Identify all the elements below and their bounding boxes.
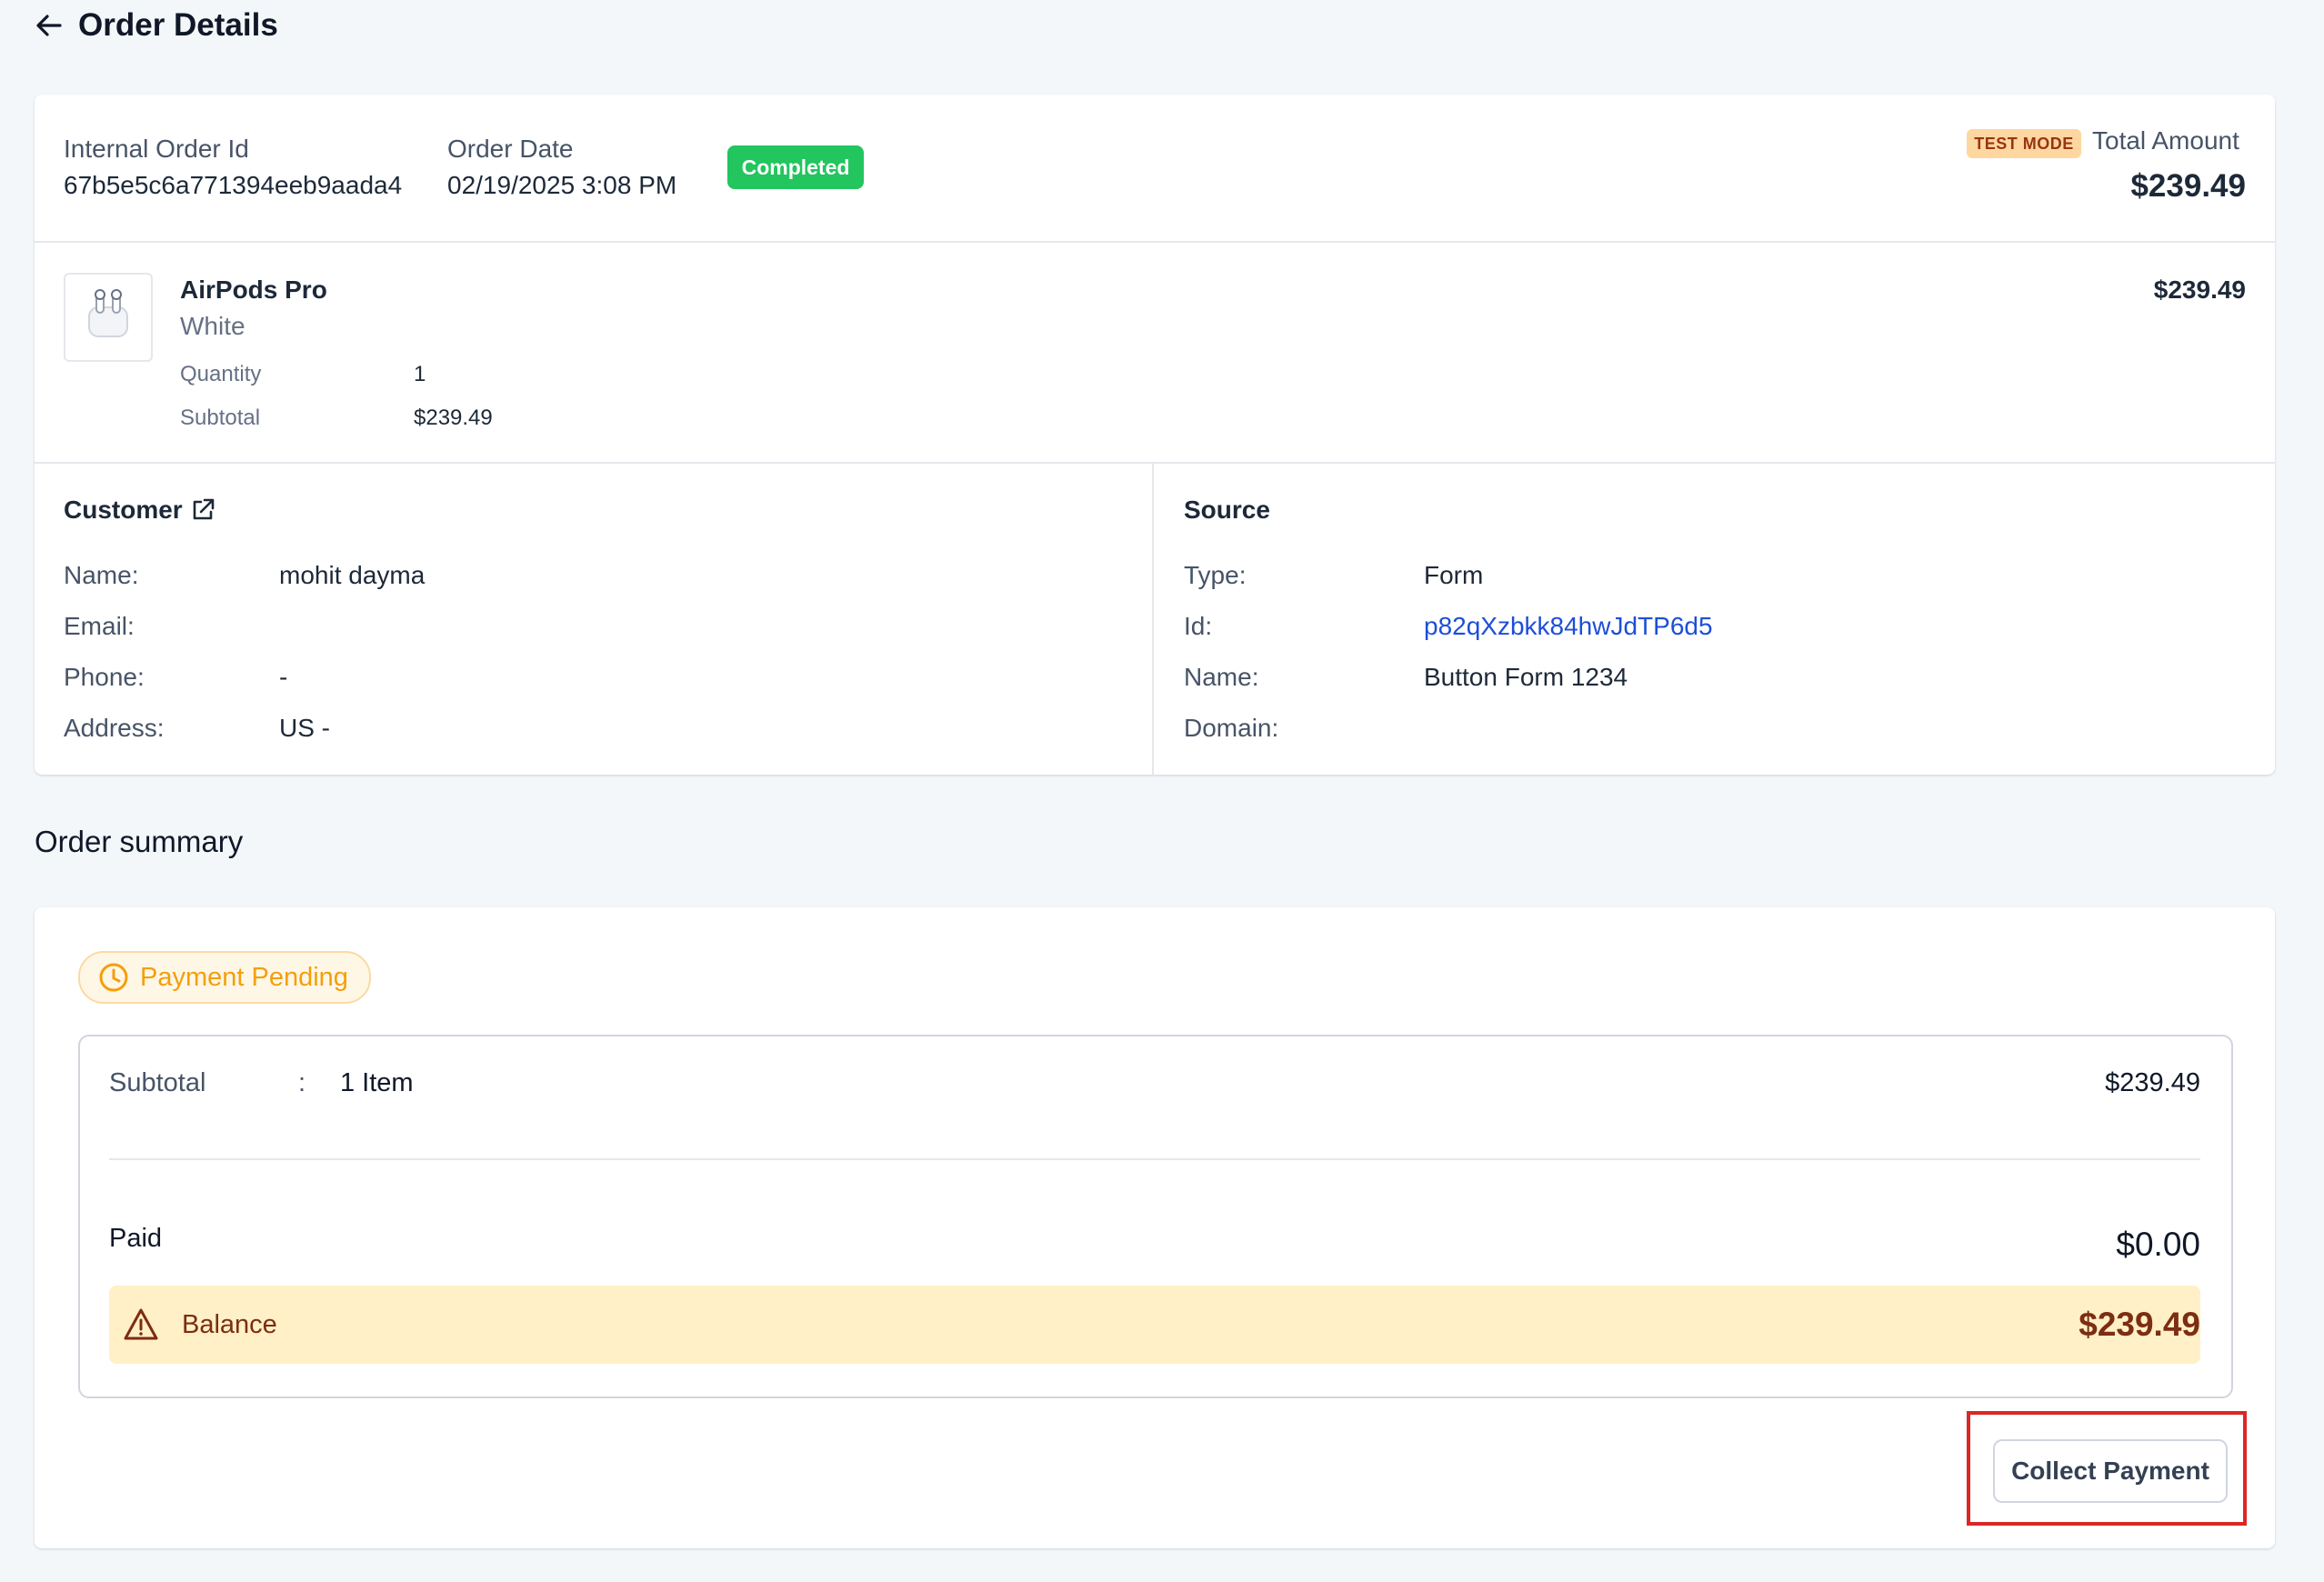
- customer-email-label: Email:: [64, 612, 135, 640]
- total-amount-label: Total Amount: [2092, 126, 2239, 155]
- item-price: $239.49: [2153, 275, 2246, 304]
- internal-order-id: 67b5e5c6a771394eeb9aada4: [64, 171, 403, 199]
- divider: [35, 241, 2275, 243]
- source-id-link[interactable]: p82qXzbkk84hwJdTP6d5: [1424, 611, 1713, 642]
- subtotal-label: Subtotal: [180, 406, 261, 430]
- back-arrow-icon[interactable]: [33, 9, 65, 42]
- status-badge: Completed: [727, 145, 864, 189]
- balance-row: [109, 1286, 2200, 1364]
- clock-icon: [98, 962, 129, 993]
- product-name: AirPods Pro: [180, 275, 327, 304]
- subtotal-value: $239.49: [414, 406, 493, 430]
- source-heading: Source: [1184, 496, 1270, 524]
- total-amount: $239.49: [2130, 168, 2246, 204]
- customer-heading: Customer: [64, 496, 183, 524]
- customer-phone-label: Phone:: [64, 663, 145, 691]
- paid-amount: $0.00: [2116, 1226, 2200, 1263]
- order-date-label: Order Date: [447, 135, 574, 163]
- divider: [35, 462, 2275, 464]
- payment-pending-badge: Payment Pending: [78, 951, 371, 1004]
- summary-subtotal-amount: $239.49: [2105, 1068, 2200, 1097]
- external-link-icon[interactable]: [189, 496, 216, 524]
- source-name: Button Form 1234: [1424, 663, 1628, 691]
- order-date: 02/19/2025 3:08 PM: [447, 171, 677, 199]
- source-name-label: Name:: [1184, 663, 1259, 691]
- source-type: Form: [1424, 561, 1484, 589]
- source-domain-label: Domain:: [1184, 714, 1279, 742]
- divider: [109, 1158, 2200, 1160]
- paid-label: Paid: [109, 1224, 163, 1253]
- quantity-value: 1: [414, 362, 426, 386]
- customer-name-label: Name:: [64, 561, 139, 589]
- warning-icon: [123, 1307, 159, 1343]
- order-summary-title: Order summary: [35, 825, 244, 858]
- source-id-label: Id:: [1184, 612, 1213, 640]
- product-variant: White: [180, 312, 245, 340]
- customer-address-label: Address:: [64, 714, 165, 742]
- payment-pending-label: Payment Pending: [140, 962, 348, 992]
- summary-subtotal-separator: :: [298, 1068, 306, 1097]
- divider: [1152, 464, 1154, 775]
- internal-order-id-label: Internal Order Id: [64, 135, 249, 163]
- quantity-label: Quantity: [180, 362, 262, 386]
- page-title: Order Details: [78, 7, 278, 43]
- customer-phone: -: [279, 663, 288, 691]
- balance-amount: $239.49: [2079, 1306, 2200, 1343]
- summary-subtotal-label: Subtotal: [109, 1068, 206, 1097]
- customer-name: mohit dayma: [279, 561, 426, 589]
- balance-label: Balance: [182, 1310, 277, 1339]
- collect-payment-button[interactable]: Collect Payment: [1993, 1439, 2228, 1503]
- summary-subtotal-items: 1 Item: [340, 1068, 414, 1097]
- customer-address: US -: [279, 714, 330, 742]
- product-thumbnail: [64, 273, 153, 362]
- source-type-label: Type:: [1184, 561, 1247, 589]
- test-mode-badge: TEST MODE: [1967, 129, 2081, 158]
